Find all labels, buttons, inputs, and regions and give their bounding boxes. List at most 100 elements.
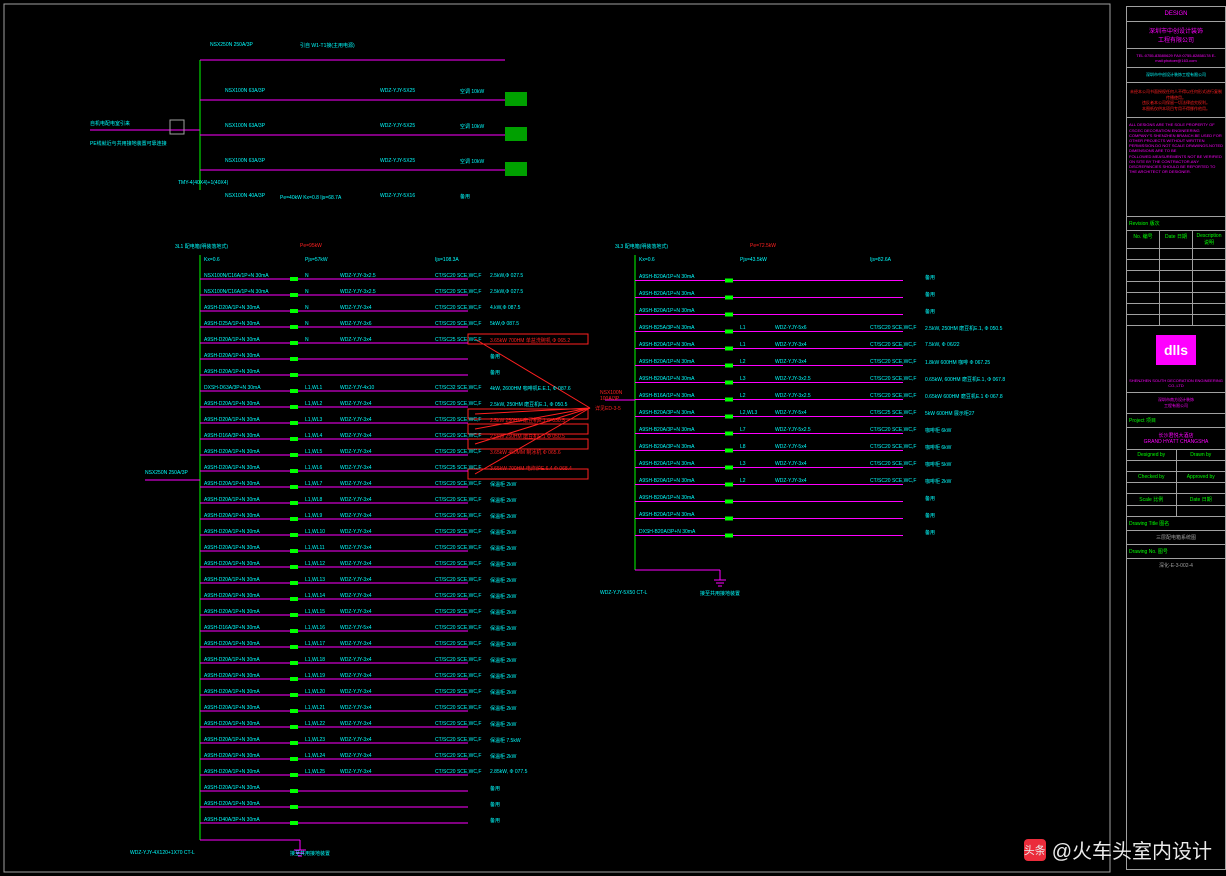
circuit-row: A9SH-D20A/1P+N 30mA L1,WL19 WDZ-YJY-3x4 … [200,671,600,687]
panel1-name: 3L1 配电箱(明装落地式) [175,243,228,250]
panel1-earth: 接至共用接地装置 [290,850,330,857]
feed-label: NSX100N 63A/3P [225,158,265,164]
title-block: DESIGN 深圳市中创设计装饰 工程有限公司 TEL:0755-8358062… [1120,0,1226,876]
panel1-main: NSX250N 250A/3P [145,470,188,476]
company-cn: 深圳市中创设计装饰 工程有限公司 [1127,22,1225,49]
watermark-text: @火车头室内设计 [1052,835,1212,864]
dwg-title: 三层配电箱系统图 [1127,531,1225,545]
circuit-row: A9SH-D20A/1P+N 30mA L1,WL8 WDZ-YJY-3x4 C… [200,495,600,511]
cert: 深圳市中创设计装饰工程有限公司 [1127,68,1225,83]
circuit-row: A9SH-D16A/3P+N 30mA L1,WL4 WDZ-YJY-3x4 C… [200,431,600,447]
circuit-row: A9SH-B20A/1P+N 30mA L2 WDZ-YJY-3x4 CT/SC… [635,476,1035,493]
circuit-row: A9SH-D20A/1P+N 30mA L1,WL12 WDZ-YJY-3x4 … [200,559,600,575]
circuit-row: A9SH-B20A/1P+N 30mA L2 WDZ-YJY-3x4 CT/SC… [635,357,1035,374]
circuit-row: A9SH-B20A/1P+N 30mA 备用 [635,510,1035,527]
panel1-bottom: WDZ-YJY-4X120+1X70 CT-L [130,850,195,856]
circuit-row: A9SH-D20A/1P+N 30mA N WDZ-YJY-3x4 CT/SC2… [200,303,600,319]
circuit-row: A9SH-B20A/1P+N 30mA 备用 [635,289,1035,306]
circuit-row: A9SH-B20A/3P+N 30mA L7 WDZ-YJY-5x2.5 CT/… [635,425,1035,442]
circuit-row: A9SH-D20A/1P+N 30mA L1,WL9 WDZ-YJY-3x4 C… [200,511,600,527]
circuit-row: A9SH-D20A/1P+N 30mA L1,WL7 WDZ-YJY-3x4 C… [200,479,600,495]
circuit-row: A9SH-D20A/1P+N 30mA L1,WL14 WDZ-YJY-3x4 … [200,591,600,607]
circuit-row: A9SH-B20A/3P+N 30mA L8 WDZ-YJY-5x4 CT/SC… [635,442,1035,459]
circuit-row: A9SH-B16A/1P+N 30mA L2 WDZ-YJY-3x2.5 CT/… [635,391,1035,408]
src-label: 自机电配电室引来 [90,120,130,127]
project: 长沙君悦大酒店 GRAND HYATT CHANGSHA [1127,428,1225,450]
company-cn2: 深圳市南方设计装饰 工程有限公司 [1127,393,1225,414]
main-breaker: NSX250N 250A/3P [210,42,253,48]
circuit-row: A9SH-D20A/1P+N 30mA L1,WL10 WDZ-YJY-3x4 … [200,527,600,543]
feed-label: WDZ-YJY-5X25 [380,88,415,94]
panel1-pe: Pe=95kW [300,243,322,249]
circuit-row: A9SH-D20A/1P+N 30mA L1,WL25 WDZ-YJY-3x4 … [200,767,600,783]
rev-header: No. 编号Date 日期Description 说明 [1127,231,1225,249]
feed-label: NSX100N 63A/3P [225,88,265,94]
circuit-row: A9SH-B20A/1P+N 30mA L3 WDZ-YJY-3x4 CT/SC… [635,459,1035,476]
circuit-row: A9SH-D20A/1P+N 30mA L1,WL11 WDZ-YJY-3x4 … [200,543,600,559]
panel2-rows: Kx=0.6Pjs=43.5kWIjs=82.6A A9SH-B20A/1P+N… [635,255,1035,544]
feed-label: WDZ-YJY-5X25 [380,123,415,129]
dwg-title-label: Drawing Title 图名 [1127,517,1225,531]
circuit-row: A9SH-D40A/3P+N 30mA 备用 [200,815,600,831]
circuit-row: A9SH-D20A/1P+N 30mA L1,WL17 WDZ-YJY-3x4 … [200,639,600,655]
circuit-row: A9SH-D20A/1P+N 30mA L1,WL23 WDZ-YJY-3x4 … [200,735,600,751]
circuit-row: A9SH-D20A/1P+N 30mA 备用 [200,799,600,815]
circuit-row: NSX100N/C16A/1P+N 30mA N WDZ-YJY-3x2.5 C… [200,287,600,303]
center-text: 详见ED-3-5 [595,405,621,412]
circuit-row: A9SH-D20A/1P+N 30mA L1,WL24 WDZ-YJY-3x4 … [200,751,600,767]
circuit-row: A9SH-B20A/1P+N 30mA 备用 [635,306,1035,323]
drawing-canvas: 自机电配电室引来 PE线就近与共用接地装置可靠连接 NSX250N 250A/3… [0,0,1120,876]
panel1-rows: Kx=0.6Pjs=57kWIjs=108.3A NSX100N/C16A/1P… [200,255,600,831]
circuit-row: DXSH-B20A/3P+N 30mA 备用 [635,527,1035,544]
dwg-no: 深化-E-3-002-4 [1127,559,1225,572]
panel2-bottom: WDZ-YJY-5X50 CT-L [600,590,647,596]
panel2-main: NSX100N 100A/3P [600,390,630,402]
watermark-icon: 头条 [1024,839,1046,861]
watermark: 头条 @火车头室内设计 [1024,835,1212,864]
contact: TEL:0755-83580629 FAX:0755-82858178 E-ma… [1127,49,1225,68]
notice-red: 未经本公司书面授权任何人不得以任何形式进行复制传播使用。 违反者本公司保留一切法… [1127,83,1225,118]
feed-label: 备用 [460,193,470,200]
circuit-row: NSX100N/C16A/1P+N 30mA N WDZ-YJY-3x2.5 C… [200,271,600,287]
circuit-row: DXSH-D63A/3P+N 30mA L1,WL1 WDZ-YJY-4x10 … [200,383,600,399]
logo: dlls [1127,326,1225,374]
circuit-row: A9SH-D20A/1P+N 30mA L1,WL6 WDZ-YJY-3x4 C… [200,463,600,479]
circuit-row: A9SH-B25A/3P+N 30mA L1 WDZ-YJY-5x6 CT/SC… [635,323,1035,340]
circuit-row: A9SH-D20A/1P+N 30mA L1,WL2 WDZ-YJY-3x4 C… [200,399,600,415]
circuit-row: A9SH-B20A/1P+N 30mA L1 WDZ-YJY-3x4 CT/SC… [635,340,1035,357]
company-en: SHENZHEN SOUTH DECORATION ENGINEERING CO… [1127,374,1225,393]
feed-label: 空调 10kW [460,123,484,130]
circuit-row: A9SH-D20A/1P+N 30mA L1,WL20 WDZ-YJY-3x4 … [200,687,600,703]
busbar: TMY-4(40X4)+1(40X4) [178,180,228,186]
circuit-row: A9SH-B20A/1P+N 30mA 备用 [635,272,1035,289]
circuit-row: A9SH-D16A/3P+N 30mA L1,WL16 WDZ-YJY-5x4 … [200,623,600,639]
src2-label: PE线就近与共用接地装置可靠连接 [90,140,167,147]
feed-label: 空调 10kW [460,158,484,165]
params: Pe=40kW Kx=0.8 Ijs=68.7A [280,195,341,201]
circuit-row: A9SH-D20A/1P+N 30mA L1,WL15 WDZ-YJY-3x4 … [200,607,600,623]
circuit-row: A9SH-B20A/1P+N 30mA L3 WDZ-YJY-3x2.5 CT/… [635,374,1035,391]
circuit-row: A9SH-D25A/1P+N 30mA N WDZ-YJY-3x6 CT/SC2… [200,319,600,335]
main-label: 引自 W1-T1接(主用电源) [300,42,355,49]
circuit-row: A9SH-D20A/1P+N 30mA N WDZ-YJY-3x4 CT/SC2… [200,335,600,351]
feed-label: WDZ-YJY-5X25 [380,158,415,164]
circuit-row: A9SH-D20A/1P+N 30mA L1,WL22 WDZ-YJY-3x4 … [200,719,600,735]
panel2-earth: 接至共用接地装置 [700,590,740,597]
project-label: Project 项目 [1127,414,1225,428]
revision-label: Revision 版次 [1127,217,1225,231]
circuit-row: A9SH-D20A/1P+N 30mA L1,WL18 WDZ-YJY-3x4 … [200,655,600,671]
circuit-row: A9SH-D20A/1P+N 30mA L1,WL5 WDZ-YJY-3x4 C… [200,447,600,463]
circuit-row: A9SH-D20A/1P+N 30mA 备用 [200,367,600,383]
circuit-row: A9SH-B20A/1P+N 30mA 备用 [635,493,1035,510]
panel2-pe: Pe=72.5kW [750,243,776,249]
feed-label: 空调 10kW [460,88,484,95]
circuit-row: A9SH-D20A/1P+N 30mA L1,WL13 WDZ-YJY-3x4 … [200,575,600,591]
notice-en: ALL DESIGNS ARE THE SOLE PROPERTY OF CSC… [1127,118,1225,217]
feed-label: WDZ-YJY-5X16 [380,193,415,199]
circuit-row: A9SH-D20A/1P+N 30mA 备用 [200,783,600,799]
feed-label: NSX100N 63A/3P [225,123,265,129]
circuit-row: A9SH-B20A/3P+N 30mA L2,WL3 WDZ-YJY-5x4 C… [635,408,1035,425]
circuit-row: A9SH-D20A/1P+N 30mA L1,WL3 WDZ-YJY-3x4 C… [200,415,600,431]
circuit-row: A9SH-D20A/1P+N 30mA 备用 [200,351,600,367]
dwg-no-label: Drawing No. 图号 [1127,545,1225,559]
